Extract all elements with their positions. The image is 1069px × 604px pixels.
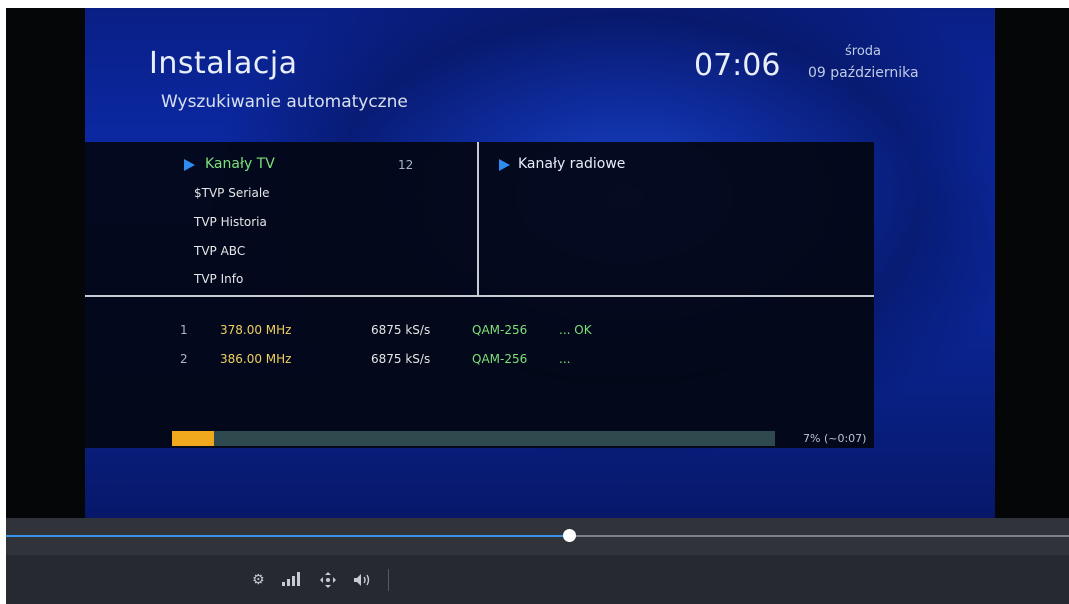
scan-progress-fill (172, 431, 215, 446)
seek-bar-progress (6, 535, 570, 537)
seek-handle[interactable] (563, 529, 577, 542)
page-subtitle: Wyszukiwanie automatyczne (161, 92, 408, 112)
scan-row-modulation: QAM-256 (472, 323, 528, 337)
gear-icon[interactable]: ⚙ (252, 573, 265, 587)
video-frame: Instalacja Wyszukiwanie automatyczne 07:… (6, 8, 1069, 518)
scan-row-modulation: QAM-256 (472, 352, 528, 366)
scan-row-frequency: 378.00 MHz (220, 323, 292, 337)
tv-channels-header: Kanały TV (205, 156, 275, 172)
panel-divider (477, 142, 479, 296)
tv-channels-count: 12 (398, 158, 414, 172)
clock-date: 09 października (808, 65, 919, 81)
radio-play-icon (499, 159, 510, 171)
control-strip (6, 555, 1069, 604)
channel-item: $TVP Seriale (194, 186, 270, 200)
channels-panel: Kanały TV 12 $TVP Seriale TVP Historia T… (85, 142, 874, 296)
tv-screen: Instalacja Wyszukiwanie automatyczne 07:… (85, 8, 995, 518)
tv-play-icon (184, 159, 195, 171)
channel-item: TVP Info (194, 272, 244, 286)
scan-row-symbol-rate: 6875 kS/s (371, 352, 431, 366)
scan-row-number: 2 (180, 352, 188, 366)
scan-panel: 1 378.00 MHz 6875 kS/s QAM-256 ... OK 2 … (85, 297, 874, 448)
scan-row-status: ... OK (559, 323, 592, 337)
volume-icon[interactable] (354, 573, 372, 590)
move-icon[interactable] (320, 572, 336, 591)
scan-row-symbol-rate: 6875 kS/s (371, 323, 431, 337)
page-title: Instalacja (149, 46, 298, 81)
clock-time: 07:06 (694, 48, 781, 83)
radio-channels-header: Kanały radiowe (518, 156, 626, 172)
scan-progress-label: 7% (~0:07) (803, 432, 867, 445)
controls-separator (388, 569, 389, 591)
player-controls: ⚙ (6, 518, 1069, 604)
signal-bars-icon[interactable] (282, 572, 301, 589)
scan-row-number: 1 (180, 323, 188, 337)
clock-day: środa (845, 44, 882, 59)
seek-bar[interactable] (6, 529, 1069, 542)
channel-item: TVP Historia (194, 215, 267, 229)
scan-row-frequency: 386.00 MHz (220, 352, 292, 366)
channel-item: TVP ABC (194, 244, 246, 258)
scan-row-status: ... (559, 352, 571, 366)
scan-progress-bar (172, 431, 775, 446)
